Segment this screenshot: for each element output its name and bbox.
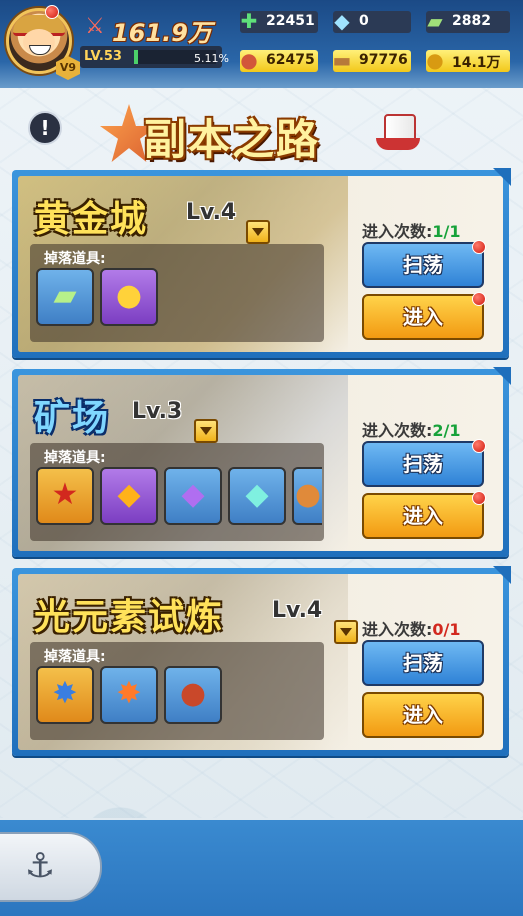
notification-dot-icon [472,439,486,453]
stamina-potion-icon: ✚ [240,9,258,33]
exp-percent: 5.11% [194,52,229,65]
drop-items-panel: 掉落道具: ✸ ✸ ● [30,642,324,740]
top-status-bar: V9 ⚔ 161.9万 LV.53 5.11% ✚ 22451 ◆ 0 ▰ 28… [0,0,523,88]
dungeon-card-mine: 矿场 Lv.3 掉落道具: ★ ◆ ◆ ◆ ● 进入次数:2/1 扫荡 进入 [12,367,511,557]
enter-button[interactable]: 进入 [362,692,484,738]
entry-count: 进入次数:1/1 [362,222,461,241]
notification-dot-icon [45,5,59,19]
page-title: 副本之路 [144,115,321,164]
drop-items-label: 掉落道具: [44,450,106,466]
crossed-swords-icon: ⚔ [85,14,105,39]
level-dropdown-button[interactable] [194,419,218,443]
meat-counter[interactable]: ● 62475 [240,48,318,72]
wood-counter[interactable]: ▬ 97776 [333,48,411,72]
light-orb-blue-icon[interactable]: ✸ [36,666,94,724]
level-bar: LV.53 5.11% [80,46,229,68]
dungeon-card-golden-city: 黄金城 Lv.4 掉落道具: ▰ ● 进入次数:1/1 扫荡 进入 [12,168,511,358]
drop-items-panel: 掉落道具: ▰ ● [30,244,324,342]
sweep-button[interactable]: 扫荡 [362,240,486,288]
dungeon-level: Lv.4 [272,598,323,623]
dungeon-card-light-trial: 光元素试炼 Lv.4 掉落道具: ✸ ✸ ● 进入次数:0/1 扫荡 进入 [12,566,511,756]
meat-icon[interactable]: ● [164,666,222,724]
purple-crystal-icon[interactable]: ◆ [164,467,222,525]
ship-icon [376,114,420,152]
red-star-gem-icon[interactable]: ★ [36,467,94,525]
entry-count: 进入次数:2/1 [362,421,461,440]
diamond-icon: ◆ [334,9,350,33]
meat-icon: ● [240,48,258,72]
notification-dot-icon [472,240,486,254]
entry-count: 进入次数:0/1 [362,620,461,639]
dungeon-name: 光元素试炼 [34,597,225,638]
gold-coin-icon[interactable]: ● [100,268,158,326]
drop-items-panel: 掉落道具: ★ ◆ ◆ ◆ ● [30,443,324,541]
light-orb-orange-icon[interactable]: ✸ [100,666,158,724]
stamina-counter[interactable]: ✚ 22451 [240,9,318,33]
level-dropdown-button[interactable] [246,220,270,244]
amber-gem-icon[interactable]: ◆ [100,467,158,525]
banknote-icon: ▰ [427,9,443,33]
partial-item-icon[interactable]: ● [292,467,322,525]
level-dropdown-button[interactable] [334,620,358,644]
diamond-counter[interactable]: ◆ 0 [333,9,411,33]
info-button[interactable]: ! [28,111,62,145]
drop-items-label: 掉落道具: [44,251,106,267]
gold-coin-icon: ● [426,48,444,72]
gold-counter[interactable]: ● 14.1万 [426,48,510,72]
exp-bar: 5.11% [134,50,229,65]
banknote-counter[interactable]: ▰ 2882 [426,9,510,33]
enter-button[interactable]: 进入 [362,491,486,539]
sweep-button[interactable]: 扫荡 [362,640,484,686]
dungeon-name: 矿场 [34,398,111,439]
dungeon-level: Lv.3 [132,399,183,424]
combat-power: 161.9万 [112,19,212,47]
wood-log-icon: ▬ [332,48,352,72]
dungeon-name: 黄金城 [34,199,149,240]
anchor-icon: ⚓ [24,846,56,886]
drop-items-label: 掉落道具: [44,649,106,665]
back-button[interactable]: ⚓ [0,832,102,902]
player-level: LV.53 [84,49,122,64]
enter-button[interactable]: 进入 [362,292,486,340]
notification-dot-icon [472,292,486,306]
dungeon-level: Lv.4 [186,200,237,225]
page-title-banner: 副本之路 [100,96,420,166]
teal-crystal-icon[interactable]: ◆ [228,467,286,525]
exp-bar-fill [134,50,139,64]
sweep-button[interactable]: 扫荡 [362,439,486,487]
notification-dot-icon [472,491,486,505]
banknote-icon[interactable]: ▰ [36,268,94,326]
